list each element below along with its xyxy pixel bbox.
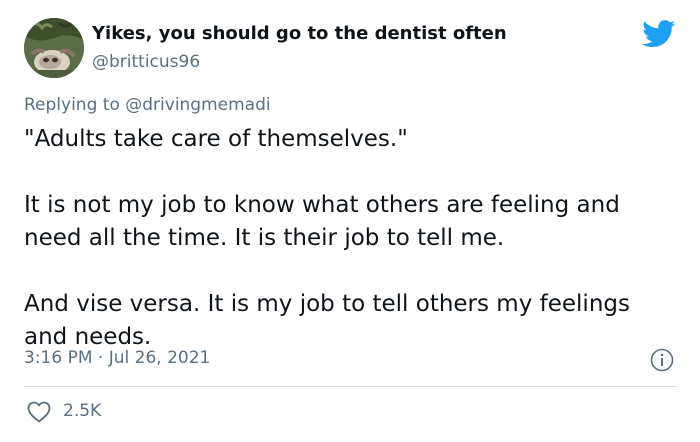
user-handle[interactable]: @britticus96 [92,52,200,72]
tweet-paragraph: It is not my job to know what others are… [24,192,620,251]
tweet-text: "Adults take care of themselves." It is … [24,123,674,354]
twitter-bird-icon[interactable] [642,20,676,48]
avatar[interactable] [24,18,84,78]
tweet-timestamp[interactable]: 3:16 PM · Jul 26, 2021 [24,348,210,368]
divider [24,386,677,387]
tweet-card: Yikes, you should go to the dentist ofte… [0,0,700,442]
like-count[interactable]: 2.5K [63,401,101,421]
reply-mention-link[interactable]: @drivingmemadi [125,95,270,115]
tweet-paragraph: And vise versa. It is my job to tell oth… [24,291,630,350]
avatar-image [24,18,84,78]
info-icon[interactable] [650,348,674,372]
heart-icon[interactable] [27,401,51,423]
tweet-paragraph: "Adults take care of themselves." [24,126,408,152]
replying-to: Replying to @drivingmemadi [24,95,271,115]
display-name[interactable]: Yikes, you should go to the dentist ofte… [92,23,507,44]
replying-to-prefix: Replying to [24,95,126,115]
